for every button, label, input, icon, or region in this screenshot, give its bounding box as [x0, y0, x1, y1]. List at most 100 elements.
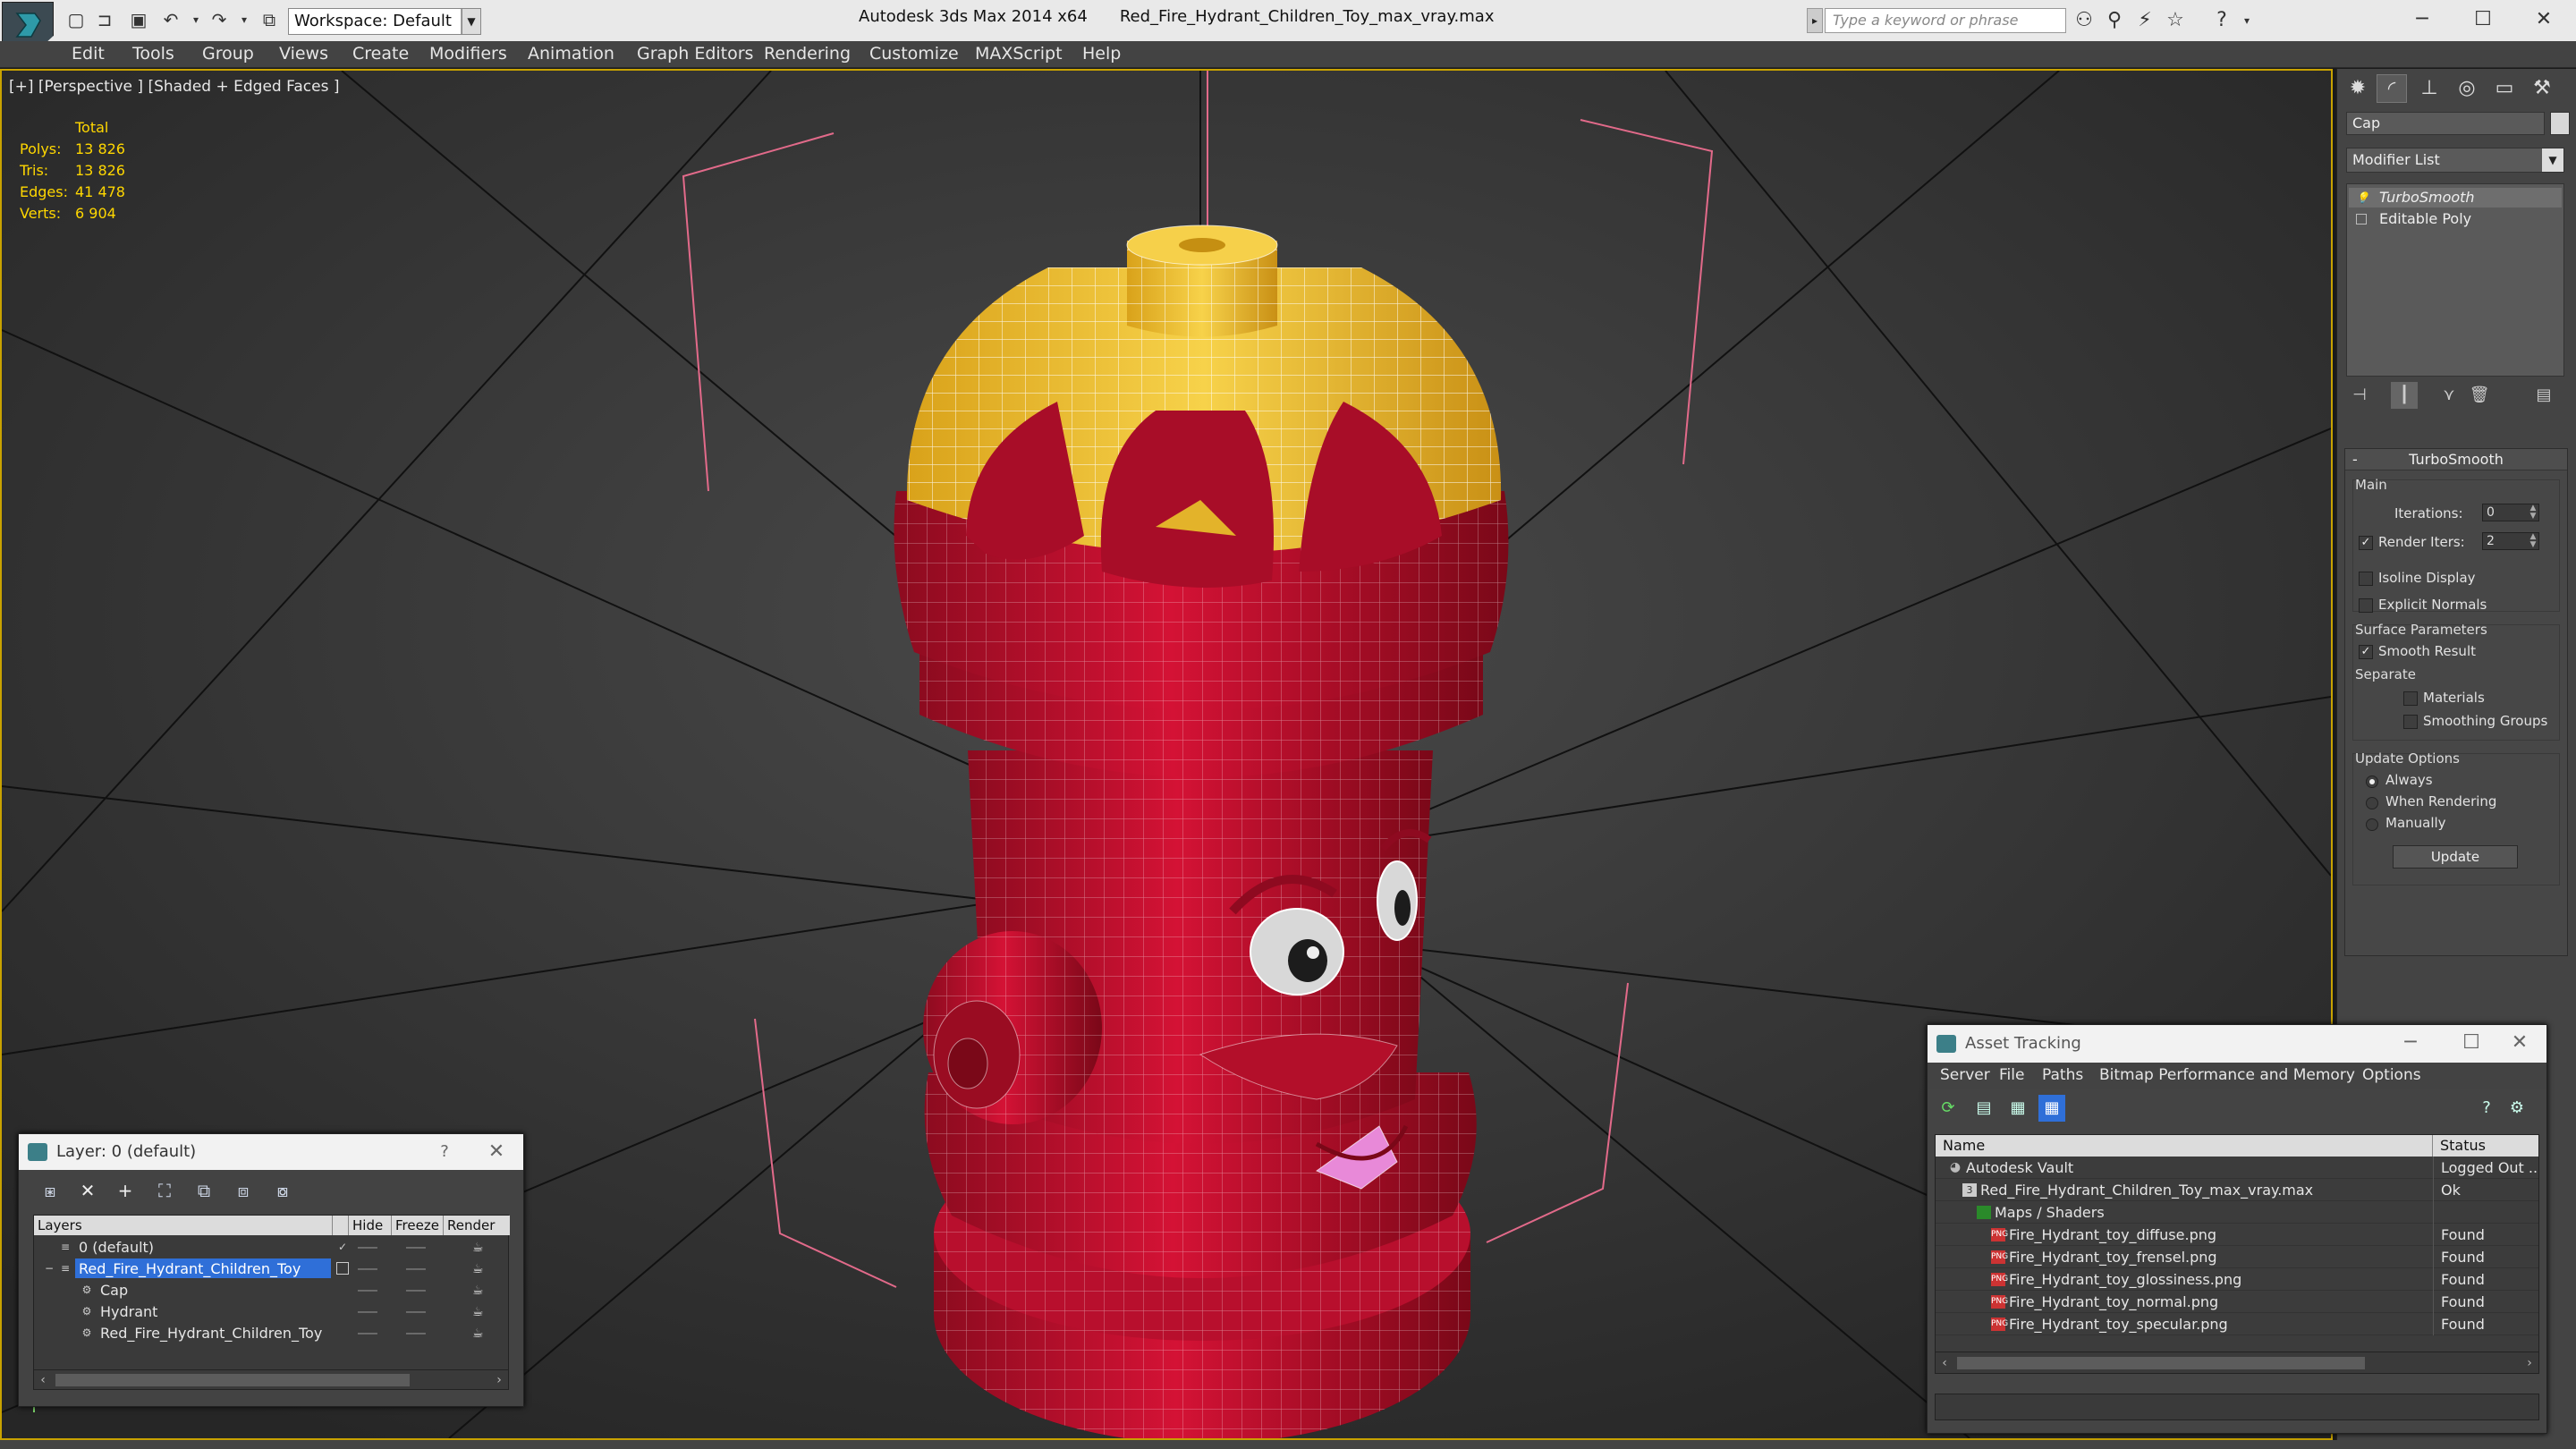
- hide-toggle[interactable]: ───: [358, 1237, 377, 1258]
- menu-server[interactable]: Server: [1940, 1066, 1990, 1084]
- subscription-icon[interactable]: ⚡: [2132, 9, 2157, 32]
- hide-toggle[interactable]: ───: [358, 1323, 377, 1344]
- object-name-field[interactable]: Cap: [2346, 112, 2545, 135]
- menu-options[interactable]: Options: [2362, 1066, 2421, 1084]
- search-expand-button[interactable]: ▸: [1807, 8, 1823, 33]
- hide-all-icon[interactable]: ⧈: [230, 1177, 257, 1204]
- viewport-label[interactable]: [+] [Perspective ] [Shaded + Edged Faces…: [9, 78, 339, 96]
- table-view-icon[interactable]: ▦: [2038, 1095, 2065, 1122]
- object-color-swatch[interactable]: [2550, 112, 2570, 135]
- col-render[interactable]: Render: [444, 1216, 510, 1235]
- utilities-tab-icon[interactable]: ⚒: [2527, 74, 2557, 103]
- minimize-icon[interactable]: ─: [2397, 4, 2447, 36]
- close-icon[interactable]: ✕: [2519, 4, 2569, 36]
- asset-row[interactable]: PNG Fire_Hydrant_toy_glossiness.png Foun…: [1936, 1268, 2538, 1291]
- menu-customize[interactable]: Customize: [869, 44, 959, 64]
- menu-graph-editors[interactable]: Graph Editors: [637, 44, 753, 64]
- menu-paths[interactable]: Paths: [2042, 1066, 2083, 1084]
- always-radio[interactable]: [2366, 775, 2378, 788]
- menu-create[interactable]: Create: [352, 44, 409, 64]
- select-objects-icon[interactable]: ⛶: [151, 1177, 178, 1204]
- remove-modifier-icon[interactable]: 🗑: [2466, 382, 2493, 409]
- show-end-result-icon[interactable]: ┃: [2391, 382, 2418, 409]
- layer-row[interactable]: − ≡ Red_Fire_Hydrant_Children_Toy ─── ──…: [34, 1258, 508, 1280]
- search-input[interactable]: Type a keyword or phrase: [1825, 8, 2066, 33]
- scroll-left-icon[interactable]: ‹: [1936, 1352, 1953, 1374]
- rollout-header[interactable]: - TurboSmooth: [2345, 449, 2567, 470]
- hide-toggle[interactable]: ───: [358, 1280, 377, 1301]
- col-freeze[interactable]: Freeze: [392, 1216, 444, 1235]
- layer-row[interactable]: ⚙ Red_Fire_Hydrant_Children_Toy ─── ─── …: [34, 1323, 508, 1344]
- hierarchy-tab-icon[interactable]: ⊥: [2414, 74, 2445, 103]
- dialog-title-bar[interactable]: Asset Tracking ─ ☐ ✕: [1928, 1025, 2546, 1063]
- scroll-right-icon[interactable]: ›: [2521, 1352, 2538, 1374]
- manually-radio[interactable]: [2366, 818, 2378, 831]
- menu-rendering[interactable]: Rendering: [764, 44, 851, 64]
- workspace-menu-arrow[interactable]: ▼: [462, 8, 481, 35]
- scroll-left-icon[interactable]: ‹: [34, 1370, 52, 1390]
- configure-modifier-sets-icon[interactable]: ▤: [2530, 382, 2557, 409]
- menu-edit[interactable]: Edit: [72, 44, 105, 64]
- asset-row[interactable]: PNG Fire_Hydrant_toy_specular.png Found: [1936, 1313, 2538, 1335]
- modifier-list-dropdown[interactable]: Modifier List ▼: [2346, 148, 2564, 173]
- help-icon[interactable]: ?: [427, 1134, 462, 1170]
- undo-dropdown-icon[interactable]: ▾: [184, 9, 208, 30]
- refresh-icon[interactable]: ⟳: [1935, 1095, 1962, 1122]
- render-iters-spinner[interactable]: 2 ▲ ▼: [2482, 532, 2539, 550]
- asset-row[interactable]: PNG Fire_Hydrant_toy_diffuse.png Found: [1936, 1224, 2538, 1246]
- expand-box-icon[interactable]: [2356, 214, 2367, 225]
- col-layers[interactable]: Layers: [34, 1216, 333, 1235]
- dialog-title-bar[interactable]: Layer: 0 (default) ? ✕: [19, 1134, 523, 1170]
- smooth-result-checkbox[interactable]: ✓: [2359, 645, 2373, 659]
- asset-row[interactable]: ◕ Autodesk Vault Logged Out ...: [1936, 1157, 2538, 1179]
- isoline-checkbox[interactable]: [2359, 572, 2373, 586]
- maximize-icon[interactable]: ☐: [2453, 1025, 2489, 1061]
- menu-views[interactable]: Views: [279, 44, 328, 64]
- minimize-icon[interactable]: ─: [2393, 1025, 2428, 1061]
- layer-row[interactable]: ⚙ Cap ─── ─── ☕: [34, 1280, 508, 1301]
- horizontal-scrollbar[interactable]: ‹ ›: [1936, 1352, 2538, 1373]
- stack-item-editable-poly[interactable]: Editable Poly: [2349, 209, 2562, 229]
- freeze-toggle[interactable]: ───: [406, 1280, 426, 1301]
- undo-icon[interactable]: ↶: [159, 9, 182, 30]
- settings-icon[interactable]: ⚙: [2504, 1095, 2530, 1122]
- materials-checkbox[interactable]: [2403, 691, 2418, 706]
- open-folder-icon[interactable]: ⊐: [93, 9, 116, 30]
- scroll-right-icon[interactable]: ›: [490, 1370, 508, 1390]
- menu-tools[interactable]: Tools: [132, 44, 174, 64]
- stack-item-turbosmooth[interactable]: 💡 TurboSmooth: [2349, 188, 2562, 208]
- list-view-icon[interactable]: ▤: [1970, 1095, 1997, 1122]
- freeze-toggle[interactable]: ───: [406, 1237, 426, 1258]
- motion-tab-icon[interactable]: ◎: [2452, 74, 2482, 103]
- menu-modifiers[interactable]: Modifiers: [429, 44, 507, 64]
- workspace-dropdown[interactable]: Workspace: Default▾: [288, 8, 481, 35]
- render-iters-checkbox[interactable]: ✓: [2359, 536, 2373, 550]
- help-dropdown-icon[interactable]: ▾: [2234, 9, 2259, 32]
- maximize-icon[interactable]: ☐: [2458, 4, 2508, 36]
- favorites-star-icon[interactable]: ☆: [2163, 9, 2188, 32]
- freeze-toggle[interactable]: ───: [406, 1323, 426, 1344]
- binoculars-icon[interactable]: ⚇: [2072, 9, 2097, 32]
- menu-animation[interactable]: Animation: [528, 44, 614, 64]
- render-teapot-icon[interactable]: ☕: [472, 1301, 484, 1323]
- save-icon[interactable]: ▣: [127, 9, 150, 30]
- iterations-spinner[interactable]: 0 ▲ ▼: [2482, 504, 2539, 521]
- scroll-thumb[interactable]: [55, 1374, 410, 1386]
- new-file-icon[interactable]: ▢: [64, 9, 88, 30]
- create-tab-icon[interactable]: ✹: [2343, 74, 2373, 103]
- asset-row[interactable]: PNG Fire_Hydrant_toy_normal.png Found: [1936, 1291, 2538, 1313]
- freeze-toggle[interactable]: ───: [406, 1301, 426, 1323]
- redo-dropdown-icon[interactable]: ▾: [233, 9, 256, 30]
- lightbulb-icon[interactable]: 💡: [2356, 188, 2369, 204]
- menu-file[interactable]: File: [1999, 1066, 2024, 1084]
- hide-toggle[interactable]: ───: [358, 1258, 377, 1280]
- make-unique-icon[interactable]: ⋎: [2436, 382, 2462, 409]
- asset-row[interactable]: 3 Red_Fire_Hydrant_Children_Toy_max_vray…: [1936, 1179, 2538, 1201]
- when-rendering-radio[interactable]: [2366, 797, 2378, 809]
- render-teapot-icon[interactable]: ☕: [472, 1237, 484, 1258]
- collapse-icon[interactable]: −: [43, 1262, 55, 1275]
- display-tab-icon[interactable]: ▭: [2489, 74, 2520, 103]
- detail-view-icon[interactable]: ▦: [2004, 1095, 2031, 1122]
- col-status[interactable]: Status: [2433, 1135, 2538, 1157]
- render-teapot-icon[interactable]: ☕: [472, 1258, 484, 1280]
